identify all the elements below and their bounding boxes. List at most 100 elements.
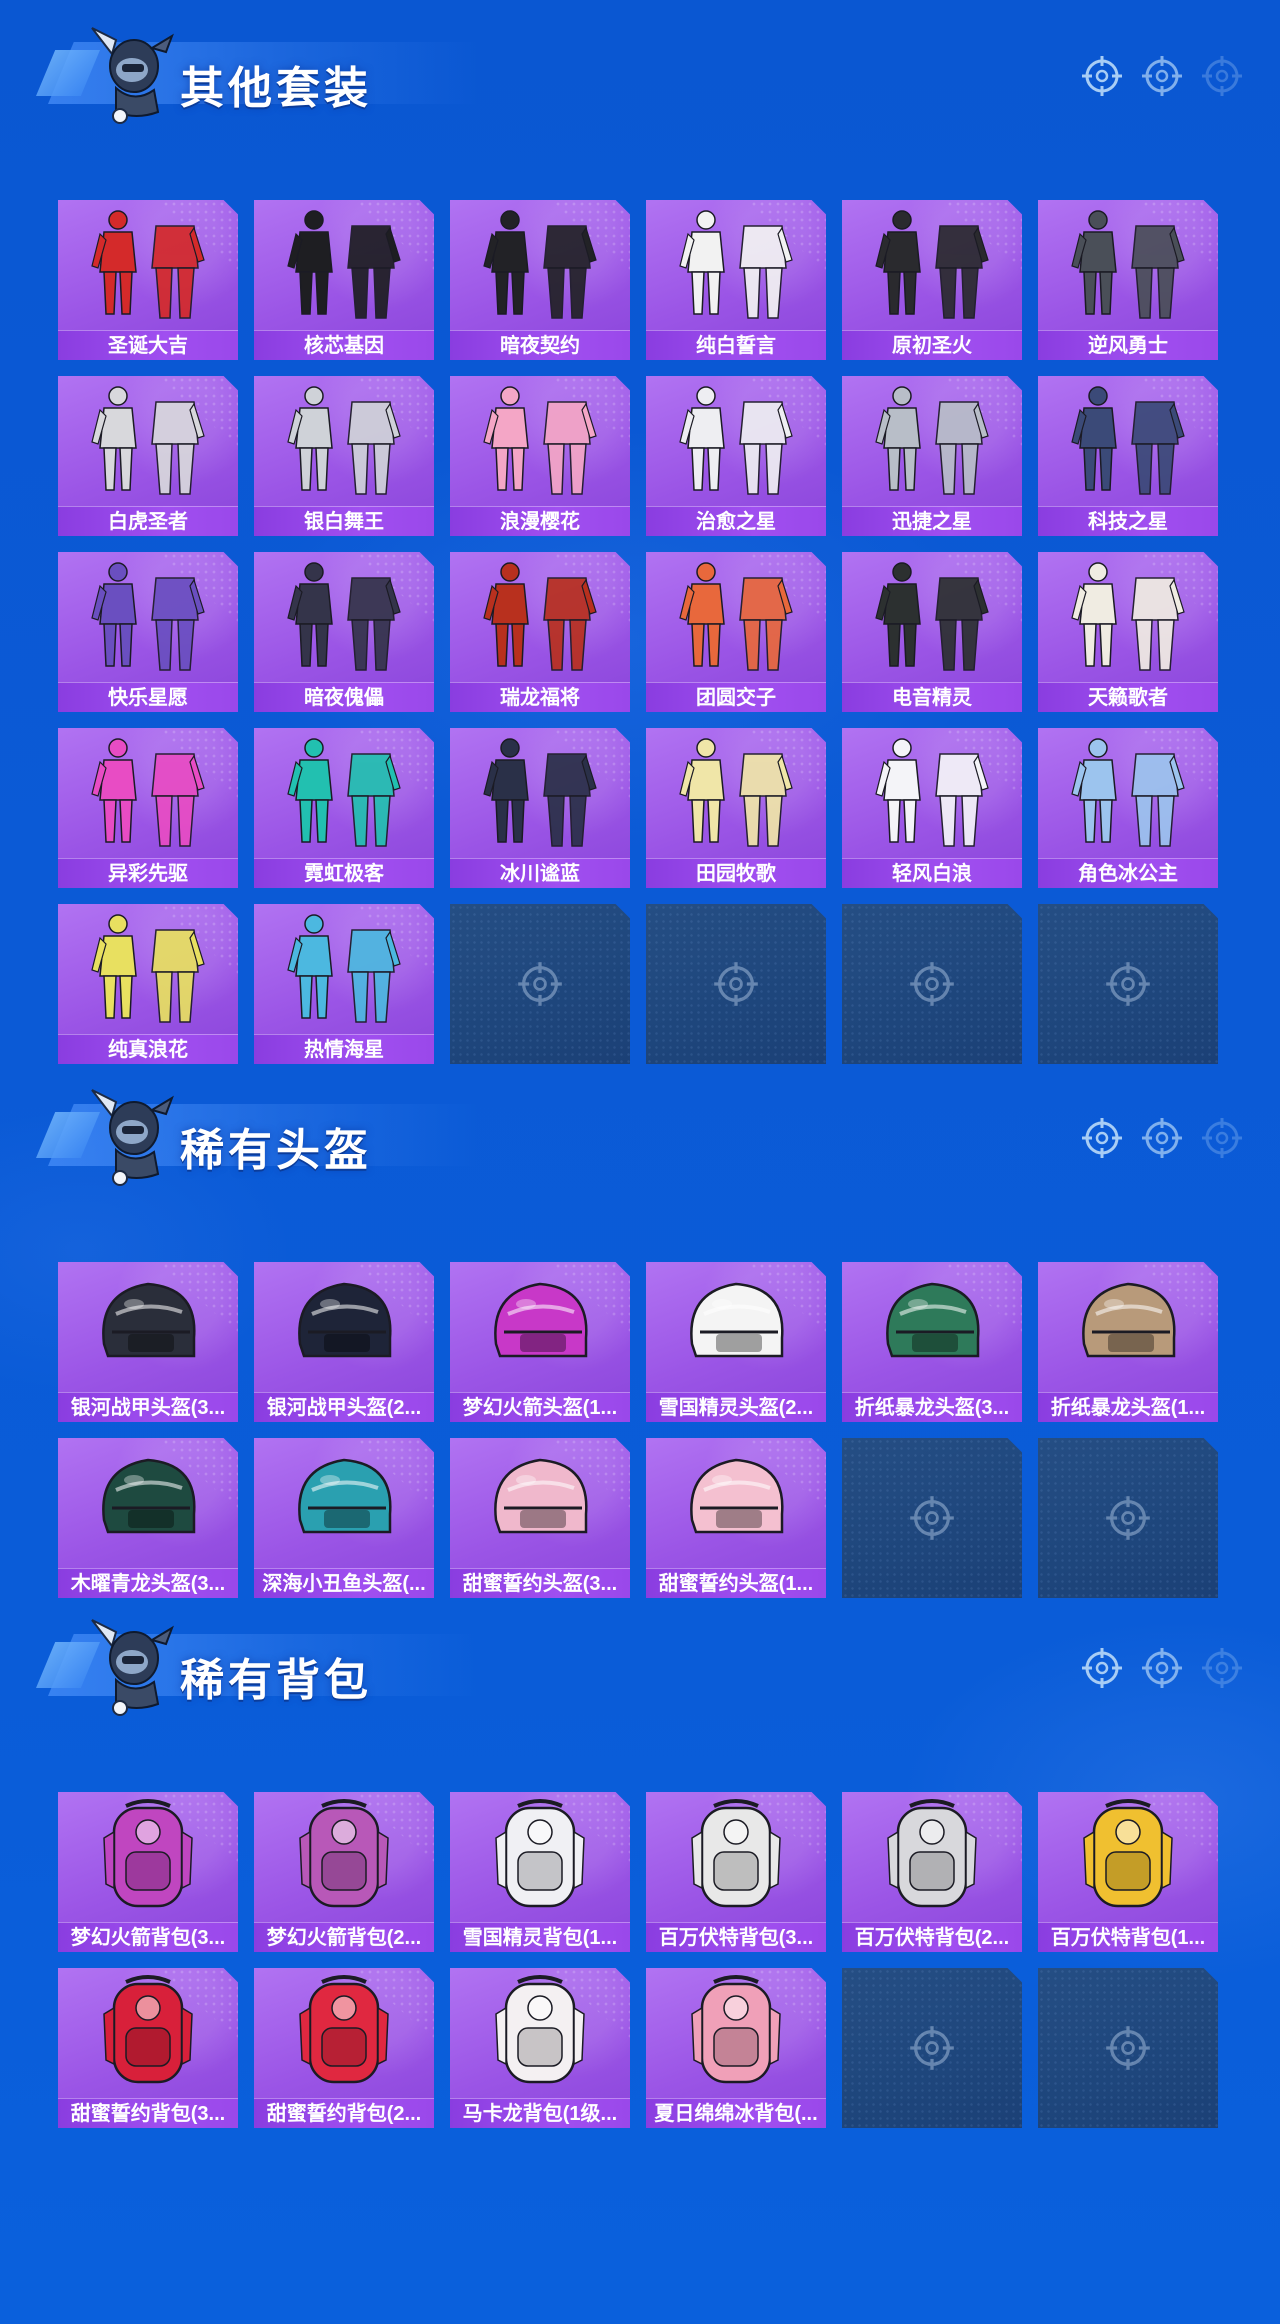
item-card[interactable]: 百万伏特背包(1...: [1038, 1792, 1218, 1952]
item-name: 甜蜜誓约头盔(1...: [646, 1568, 826, 1598]
crosshair-icon: [910, 2026, 954, 2070]
item-card[interactable]: 快乐星愿: [58, 552, 238, 712]
item-card[interactable]: 夏日绵绵冰背包(...: [646, 1968, 826, 2128]
item-card[interactable]: 天籁歌者: [1038, 552, 1218, 712]
item-card[interactable]: 百万伏特背包(3...: [646, 1792, 826, 1952]
item-name: 团圆交子: [646, 682, 826, 712]
item-name: 银河战甲头盔(3...: [58, 1392, 238, 1422]
item-card[interactable]: 甜蜜誓约头盔(1...: [646, 1438, 826, 1598]
suit-image: [91, 386, 205, 495]
suit-image: [679, 562, 793, 671]
bag-image: [299, 1975, 389, 2084]
suit-image: [875, 562, 989, 671]
item-card[interactable]: 甜蜜誓约头盔(3...: [450, 1438, 630, 1598]
item-card[interactable]: 梦幻火箭头盔(1...: [450, 1262, 630, 1422]
item-name: 梦幻火箭头盔(1...: [450, 1392, 630, 1422]
item-card[interactable]: 瑞龙福将: [450, 552, 630, 712]
item-name: 圣诞大吉: [58, 330, 238, 360]
header-crosshair: [1080, 1116, 1124, 1160]
item-card[interactable]: 科技之星: [1038, 376, 1218, 536]
item-card[interactable]: 核芯基因: [254, 200, 434, 360]
mascot-icon: [91, 1619, 174, 1716]
item-name: 瑞龙福将: [450, 682, 630, 712]
helmet-image: [690, 1282, 784, 1358]
item-card[interactable]: 梦幻火箭背包(2...: [254, 1792, 434, 1952]
empty-slot: [1038, 904, 1218, 1064]
bag-image: [691, 1799, 781, 1908]
item-card[interactable]: 白虎圣者: [58, 376, 238, 536]
item-name: 甜蜜誓约背包(3...: [58, 2098, 238, 2128]
item-card[interactable]: 浪漫樱花: [450, 376, 630, 536]
item-card[interactable]: 纯真浪花: [58, 904, 238, 1064]
item-name: 夏日绵绵冰背包(...: [646, 2098, 826, 2128]
item-name: 冰川谧蓝: [450, 858, 630, 888]
item-name: 异彩先驱: [58, 858, 238, 888]
item-card[interactable]: 圣诞大吉: [58, 200, 238, 360]
item-card[interactable]: 折纸暴龙头盔(3...: [842, 1262, 1022, 1422]
item-card[interactable]: 角色冰公主: [1038, 728, 1218, 888]
bag-image: [691, 1975, 781, 2084]
item-name: 折纸暴龙头盔(3...: [842, 1392, 1022, 1422]
item-name: 迅捷之星: [842, 506, 1022, 536]
item-card[interactable]: 梦幻火箭背包(3...: [58, 1792, 238, 1952]
item-card[interactable]: 热情海星: [254, 904, 434, 1064]
item-card[interactable]: 木曜青龙头盔(3...: [58, 1438, 238, 1598]
item-card[interactable]: 轻风白浪: [842, 728, 1022, 888]
item-card[interactable]: 冰川谧蓝: [450, 728, 630, 888]
bag-image: [299, 1799, 389, 1908]
item-card[interactable]: 银白舞王: [254, 376, 434, 536]
item-card[interactable]: 治愈之星: [646, 376, 826, 536]
helmet-image: [690, 1458, 784, 1534]
item-name: 电音精灵: [842, 682, 1022, 712]
header-crosshair: [1140, 54, 1184, 98]
crosshair-icon: [1142, 1648, 1182, 1688]
crosshair-icon: [1106, 962, 1150, 1006]
empty-slot-marker: [516, 960, 564, 1008]
item-name: 木曜青龙头盔(3...: [58, 1568, 238, 1598]
item-card[interactable]: 深海小丑鱼头盔(...: [254, 1438, 434, 1598]
item-card[interactable]: 逆风勇士: [1038, 200, 1218, 360]
header-crosshair: [1140, 1646, 1184, 1690]
item-card[interactable]: 异彩先驱: [58, 728, 238, 888]
item-card[interactable]: 银河战甲头盔(3...: [58, 1262, 238, 1422]
item-card[interactable]: 团圆交子: [646, 552, 826, 712]
item-name: 百万伏特背包(1...: [1038, 1922, 1218, 1952]
item-name: 角色冰公主: [1038, 858, 1218, 888]
item-card[interactable]: 银河战甲头盔(2...: [254, 1262, 434, 1422]
item-name: 折纸暴龙头盔(1...: [1038, 1392, 1218, 1422]
item-card[interactable]: 百万伏特背包(2...: [842, 1792, 1022, 1952]
helmet-image: [102, 1282, 196, 1358]
empty-slot-marker: [712, 960, 760, 1008]
crosshair-icon: [910, 962, 954, 1006]
empty-slot: [646, 904, 826, 1064]
suit-image: [483, 562, 597, 671]
item-card[interactable]: 折纸暴龙头盔(1...: [1038, 1262, 1218, 1422]
crosshair-icon: [1082, 1648, 1122, 1688]
crosshair-icon: [1106, 2026, 1150, 2070]
item-card[interactable]: 甜蜜誓约背包(2...: [254, 1968, 434, 2128]
item-card[interactable]: 暗夜傀儡: [254, 552, 434, 712]
helmet-image: [298, 1282, 392, 1358]
item-card[interactable]: 暗夜契约: [450, 200, 630, 360]
item-card[interactable]: 纯白誓言: [646, 200, 826, 360]
item-card[interactable]: 雪国精灵头盔(2...: [646, 1262, 826, 1422]
item-card[interactable]: 甜蜜誓约背包(3...: [58, 1968, 238, 2128]
item-card[interactable]: 马卡龙背包(1级...: [450, 1968, 630, 2128]
item-card[interactable]: 电音精灵: [842, 552, 1022, 712]
crosshair-icon: [910, 1496, 954, 1540]
item-card[interactable]: 雪国精灵背包(1...: [450, 1792, 630, 1952]
header-crosshair: [1200, 54, 1244, 98]
suit-image: [679, 210, 793, 319]
item-card[interactable]: 霓虹极客: [254, 728, 434, 888]
item-name: 百万伏特背包(3...: [646, 1922, 826, 1952]
item-name: 甜蜜誓约背包(2...: [254, 2098, 434, 2128]
item-name: 白虎圣者: [58, 506, 238, 536]
header-crosshair: [1200, 1116, 1244, 1160]
item-card[interactable]: 田园牧歌: [646, 728, 826, 888]
item-name: 治愈之星: [646, 506, 826, 536]
item-card[interactable]: 迅捷之星: [842, 376, 1022, 536]
suit-image: [1071, 738, 1185, 847]
suit-image: [287, 562, 401, 671]
suit-image: [483, 738, 597, 847]
item-card[interactable]: 原初圣火: [842, 200, 1022, 360]
